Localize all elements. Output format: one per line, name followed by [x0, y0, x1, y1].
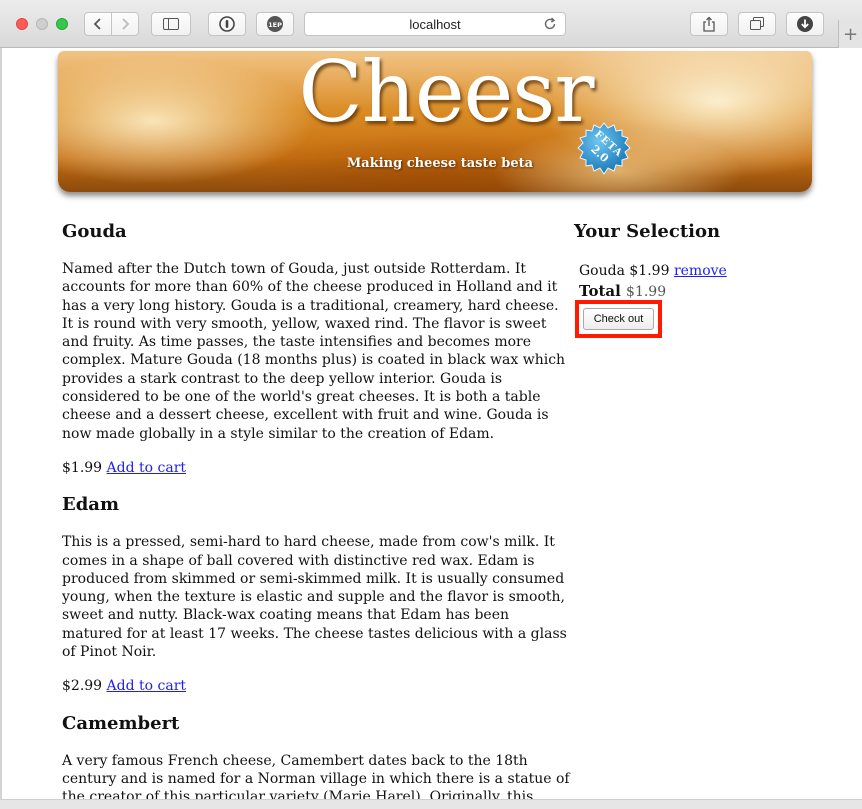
- checkout-highlight: Check out: [575, 300, 662, 338]
- close-window-button[interactable]: [16, 18, 28, 30]
- cheese-description: Named after the Dutch town of Gouda, jus…: [62, 261, 566, 442]
- selection-panel: Your Selection Gouda $1.99 remove Total …: [574, 220, 794, 338]
- url-text: localhost: [409, 16, 461, 32]
- extension-button[interactable]: 1EP: [256, 12, 294, 36]
- forward-button[interactable]: [111, 12, 139, 36]
- checkout-button[interactable]: Check out: [583, 308, 654, 330]
- tabs-icon: [750, 17, 764, 30]
- remove-link[interactable]: remove: [674, 263, 727, 279]
- cheese-price-row: $1.99 Add to cart: [62, 459, 570, 477]
- cheese-price-row: $2.99 Add to cart: [62, 677, 570, 695]
- site-logo-title: Cheesr: [298, 51, 594, 141]
- chevron-left-icon: [93, 18, 101, 30]
- new-tab-button[interactable]: +: [838, 20, 862, 48]
- site-tagline: Making cheese taste beta: [346, 156, 534, 171]
- sidebar-icon: [163, 18, 179, 30]
- chevron-right-icon: [122, 18, 130, 30]
- downloads-button[interactable]: [786, 12, 824, 36]
- minimize-window-button[interactable]: [36, 18, 48, 30]
- cheese-description: A very famous French cheese, Camembert d…: [62, 752, 570, 799]
- window-bottom-edge: [0, 799, 862, 809]
- page-viewport: Cheesr Making cheese taste beta FETA 2.0…: [0, 48, 862, 799]
- total-label: Total: [579, 282, 621, 300]
- cheese-item-camembert: Camembert A very famous French cheese, C…: [62, 712, 570, 799]
- cheese-list: Gouda Named after the Dutch town of Goud…: [62, 220, 570, 799]
- cheese-description: This is a pressed, semi-hard to hard che…: [62, 534, 567, 661]
- selection-heading: Your Selection: [574, 221, 721, 242]
- selection-item-name: Gouda: [579, 263, 625, 279]
- cheese-name: Camembert: [62, 712, 180, 734]
- back-button[interactable]: [84, 12, 112, 36]
- address-bar[interactable]: localhost: [304, 12, 566, 36]
- svg-text:1EP: 1EP: [268, 21, 282, 29]
- selection-item: Gouda $1.99 remove: [579, 262, 794, 280]
- extension-icon: 1EP: [267, 16, 283, 32]
- share-icon: [703, 16, 715, 32]
- privacy-button[interactable]: [208, 12, 246, 36]
- privacy-icon: [219, 16, 235, 32]
- maximize-window-button[interactable]: [56, 18, 68, 30]
- plus-icon: +: [842, 23, 859, 45]
- add-to-cart-link[interactable]: Add to cart: [107, 678, 187, 694]
- cheese-price: $2.99: [62, 678, 103, 695]
- add-to-cart-link[interactable]: Add to cart: [107, 460, 187, 476]
- show-tabs-button[interactable]: [738, 12, 776, 36]
- browser-toolbar: 1EP localhost +: [0, 0, 862, 48]
- site-banner: Cheesr Making cheese taste beta FETA 2.0: [58, 51, 812, 192]
- cheese-name: Edam: [62, 494, 120, 516]
- cheese-item-edam: Edam This is a pressed, semi-hard to har…: [62, 493, 570, 695]
- cheese-price: $1.99: [62, 459, 103, 476]
- feta-badge: FETA 2.0: [576, 121, 632, 177]
- cheese-item-gouda: Gouda Named after the Dutch town of Goud…: [62, 220, 570, 477]
- cheese-name: Gouda: [62, 221, 127, 242]
- total-value: $1.99: [626, 284, 667, 300]
- selection-total: Total $1.99: [579, 282, 794, 301]
- selection-item-price: $1.99: [629, 263, 670, 279]
- download-icon: [797, 16, 813, 32]
- share-button[interactable]: [690, 12, 728, 36]
- reload-icon[interactable]: [543, 17, 557, 31]
- sidebar-button[interactable]: [151, 12, 191, 36]
